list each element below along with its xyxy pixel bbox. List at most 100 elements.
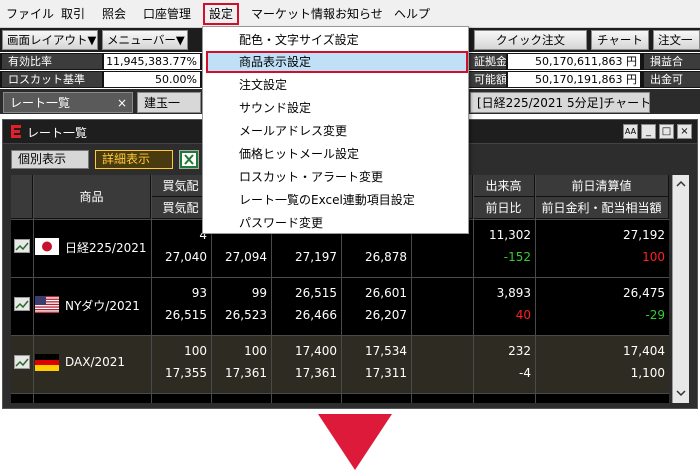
grid-vline (473, 175, 474, 403)
product-name: 日経225/2021 (65, 241, 147, 255)
rate-cell: 26,466 (295, 308, 337, 322)
rate-cell: 11,302 (489, 228, 531, 242)
scroll-down-icon[interactable] (675, 387, 687, 399)
rate-cell: 27,040 (165, 250, 207, 264)
rate-cell: -4 (519, 366, 531, 380)
menu-price-hit-mail[interactable]: 価格ヒットメール設定 (203, 143, 468, 166)
grid-vline (151, 175, 152, 403)
flag-us-icon (35, 296, 59, 313)
settings-dropdown-menu: 配色・文字サイズ設定 商品表示設定 注文設定 サウンド設定 メールアドレス変更 … (202, 26, 469, 234)
rate-cell: - (271, 399, 341, 403)
rate-cell: - (535, 399, 669, 403)
rate-cell: 26,515 (165, 308, 207, 322)
app-logo-icon (11, 125, 21, 138)
flag-de-icon (35, 354, 59, 371)
rate-cell: - (341, 399, 411, 403)
menu-notice[interactable]: お知らせ (335, 0, 383, 28)
rate-cell: 17,404 (623, 344, 665, 358)
menu-account[interactable]: 口座管理 (143, 0, 191, 28)
rate-cell: 26,601 (365, 286, 407, 300)
rate-cell: - (211, 399, 271, 403)
rate-cell: 27,197 (295, 250, 337, 264)
losscut-value: 50.00% (104, 72, 200, 87)
header-product: 商品 (33, 175, 151, 219)
rate-cell: -152 (503, 250, 531, 264)
grid-vline (535, 175, 536, 403)
menu-market[interactable]: マーケット情報 (251, 0, 335, 28)
grid-hline (11, 277, 669, 278)
font-size-icon[interactable]: AA (623, 124, 638, 139)
header-prev-interest: 前日金利・配当相当額 (535, 197, 669, 219)
minimize-icon[interactable]: _ (641, 124, 656, 139)
rate-cell: 26,207 (365, 308, 407, 322)
menu-losscut-alert-change[interactable]: ロスカット・アラート変更 (203, 166, 468, 189)
scroll-up-icon[interactable] (675, 178, 687, 190)
menu-excel-link-settings[interactable]: レート一覧のExcel連動項目設定 (203, 189, 468, 212)
grid-hline (11, 335, 669, 336)
menu-trade[interactable]: 取引 (61, 0, 85, 28)
rate-cell: 3,893 (496, 286, 531, 300)
header-volume: 出来高 (473, 175, 535, 197)
settings-highlight-box (203, 3, 239, 25)
grid-vline (33, 175, 34, 403)
menu-inquiry[interactable]: 照会 (102, 0, 126, 28)
rate-cell: 100 (184, 344, 207, 358)
rate-cell: 17,311 (365, 366, 407, 380)
header-prev-ratio: 前日比 (473, 197, 535, 219)
available-value: 50,170,191,863 円 (508, 72, 640, 87)
row-chart-icon[interactable] (14, 355, 30, 369)
menu-email-change[interactable]: メールアドレス変更 (203, 120, 468, 143)
rate-cell: 232 (508, 344, 531, 358)
chart-button[interactable]: チャート (591, 30, 649, 50)
tab-positions[interactable]: 建玉一 (137, 92, 201, 113)
table-row[interactable]: DAX/2021 100 100 17,400 17,534 232 17,404 17,35… (11, 335, 669, 393)
pl-total-label: 損益合 (644, 54, 700, 69)
excel-icon[interactable] (179, 150, 199, 169)
grid-hline (11, 393, 669, 394)
rate-cell: 99 (251, 286, 267, 300)
rate-cell: 40 (515, 308, 531, 322)
rate-cell: 17,361 (295, 366, 337, 380)
tab-chart[interactable]: [日経225/2021 5分足]チャート (470, 92, 650, 113)
row-chart-icon[interactable] (14, 297, 30, 311)
vertical-scrollbar[interactable] (672, 175, 689, 403)
rate-cell: 17,534 (365, 344, 407, 358)
row-chart-icon[interactable] (14, 239, 30, 253)
order-list-button[interactable]: 注文一 (653, 30, 700, 50)
rate-cell: - (151, 399, 211, 403)
tab-rate-list-label: レート一覧 (10, 96, 71, 110)
rate-cell: 26,523 (225, 308, 267, 322)
individual-view-button[interactable]: 個別表示 (11, 150, 89, 169)
rate-cell: 17,355 (165, 366, 207, 380)
rate-cell: 100 (642, 250, 665, 264)
menu-bar: ファイル 取引 照会 口座管理 設定 マーケット情報 お知らせ ヘルプ (0, 0, 700, 28)
menu-product-display-settings[interactable]: 商品表示設定 (203, 51, 468, 74)
maximize-icon[interactable]: □ (659, 124, 674, 139)
rate-cell: 1,100 (630, 366, 665, 380)
rate-cell: 100 (244, 344, 267, 358)
product-name: DAX/2021 (65, 355, 126, 369)
menubar-dropdown-button[interactable]: メニューバー▼ (102, 30, 188, 50)
menu-color-font-settings[interactable]: 配色・文字サイズ設定 (203, 29, 468, 52)
menu-password-change[interactable]: パスワード変更 (203, 212, 468, 235)
rate-cell: -29 (645, 308, 665, 322)
menu-sound-settings[interactable]: サウンド設定 (203, 97, 468, 120)
tab-close-icon[interactable]: × (117, 93, 127, 112)
rate-cell: - (473, 399, 535, 403)
close-icon[interactable]: × (677, 124, 692, 139)
detail-view-button[interactable]: 詳細表示 (95, 150, 173, 169)
flag-jp-icon (35, 238, 59, 255)
table-row[interactable]: FTSE/2021-------141 (11, 393, 669, 403)
menu-help[interactable]: ヘルプ (394, 0, 430, 28)
tab-rate-list[interactable]: レート一覧 × (3, 92, 133, 113)
menu-file[interactable]: ファイル (6, 0, 54, 28)
margin-amount-label: 証拠金額 (468, 54, 506, 69)
rate-cell: 26,878 (365, 250, 407, 264)
table-row[interactable]: NYダウ/2021 93 99 26,515 26,601 3,893 26,475 26,5… (11, 277, 669, 335)
layout-dropdown-button[interactable]: 画面レイアウト▼ (2, 30, 98, 50)
menu-order-settings[interactable]: 注文設定 (203, 74, 468, 97)
quick-order-button[interactable]: クイック注文 (474, 30, 587, 50)
rate-cell: 27,094 (225, 250, 267, 264)
rate-cell: 93 (191, 286, 207, 300)
rate-cell: 26,515 (295, 286, 337, 300)
